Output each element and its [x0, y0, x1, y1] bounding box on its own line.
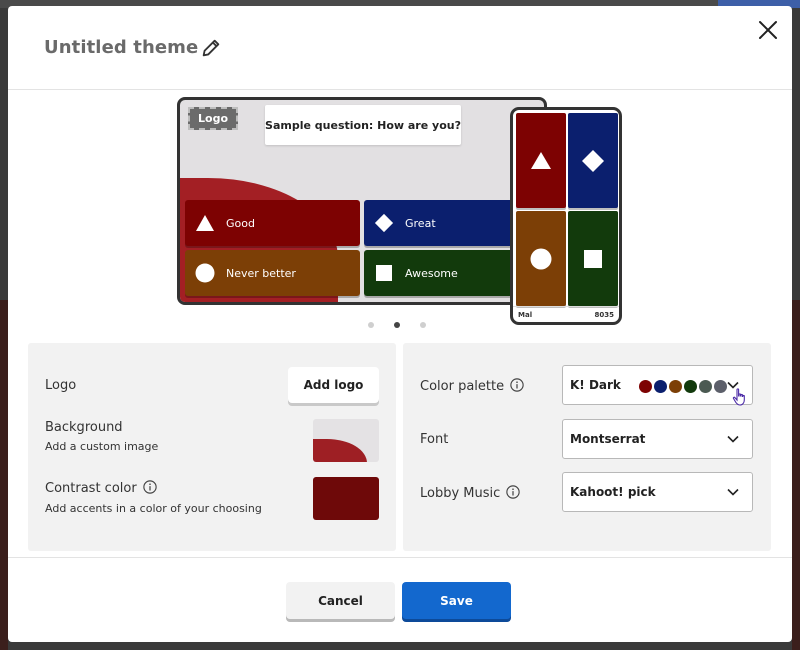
diamond-icon — [374, 213, 394, 233]
branding-panel: Logo Add logo Background Add a custom im… — [28, 343, 396, 551]
font-select[interactable]: Montserrat — [562, 419, 753, 459]
info-icon[interactable] — [510, 378, 524, 392]
palette-dot — [684, 380, 697, 393]
answer-label: Awesome — [405, 266, 458, 280]
lobby-music-value: Kahoot! pick — [570, 485, 656, 499]
close-icon[interactable] — [756, 18, 780, 42]
square-icon — [584, 249, 602, 268]
info-icon[interactable] — [506, 485, 520, 499]
carousel-dot-active[interactable] — [394, 322, 400, 328]
circle-icon — [195, 263, 215, 283]
palette-dot — [699, 380, 712, 393]
pencil-icon[interactable] — [200, 37, 222, 59]
save-button[interactable]: Save — [402, 582, 511, 619]
lobby-music-text: Lobby Music — [420, 486, 501, 501]
answer-good: Good — [185, 200, 360, 246]
diamond-icon — [582, 149, 604, 172]
palette-dot — [639, 380, 652, 393]
answer-label: Never better — [226, 266, 296, 280]
phone-tile-circle — [516, 211, 566, 306]
sample-question: Sample question: How are you? — [265, 105, 461, 145]
background-sublabel: Add a custom image — [45, 440, 159, 453]
add-logo-button[interactable]: Add logo — [288, 367, 379, 403]
backdrop-left — [0, 300, 8, 650]
lobby-music-label: Lobby Music — [420, 485, 520, 501]
palette-dot — [654, 380, 667, 393]
info-icon[interactable] — [143, 480, 157, 494]
circle-icon — [530, 248, 552, 269]
settings-panel: Color palette K! Dark Font Montserrat Lo… — [403, 343, 771, 551]
carousel-dot[interactable] — [420, 322, 426, 328]
theme-title: Untitled theme — [44, 37, 199, 58]
phone-tile-diamond — [568, 113, 618, 208]
theme-preview: Logo Sample question: How are you? Good … — [8, 91, 792, 341]
answer-label: Great — [405, 216, 436, 230]
phone-tile-square — [568, 211, 618, 306]
answer-label: Good — [226, 216, 255, 230]
chevron-down-icon — [727, 488, 739, 496]
carousel-dots — [368, 322, 426, 328]
contrast-color-text: Contrast color — [45, 481, 137, 496]
square-icon — [374, 263, 394, 283]
backdrop-right — [792, 300, 800, 650]
background-swatch[interactable] — [313, 419, 379, 462]
font-value: Montserrat — [570, 432, 646, 446]
logo-placeholder: Logo — [188, 107, 238, 130]
desktop-preview: Logo Sample question: How are you? Good … — [177, 97, 547, 305]
contrast-color-swatch[interactable] — [313, 477, 379, 520]
color-palette-text: Color palette — [420, 379, 505, 394]
font-label: Font — [420, 432, 449, 447]
mobile-preview: Mal 8035 — [510, 107, 622, 325]
lobby-music-select[interactable]: Kahoot! pick — [562, 472, 753, 512]
color-palette-value: K! Dark — [570, 378, 621, 392]
contrast-color-sublabel: Add accents in a color of your choosing — [45, 502, 262, 515]
phone-tile-triangle — [516, 113, 566, 208]
dialog-footer: Cancel Save — [8, 557, 792, 642]
cancel-button[interactable]: Cancel — [286, 582, 395, 619]
background-label: Background — [45, 420, 123, 435]
phone-footer: Mal 8035 — [513, 306, 619, 322]
triangle-icon — [531, 152, 551, 169]
color-palette-select[interactable]: K! Dark — [562, 365, 753, 406]
palette-swatches — [639, 380, 727, 393]
logo-label: Logo — [45, 378, 77, 393]
player-name: Mal — [518, 310, 533, 319]
answer-never-better: Never better — [185, 250, 360, 296]
contrast-color-label: Contrast color — [45, 480, 157, 496]
pointer-cursor-icon — [732, 388, 745, 406]
player-score: 8035 — [594, 310, 614, 319]
dialog-header: Untitled theme — [8, 6, 792, 90]
color-palette-label: Color palette — [420, 378, 524, 394]
theme-dialog: Untitled theme Logo Sample question: How… — [8, 6, 792, 642]
carousel-dot[interactable] — [368, 322, 374, 328]
triangle-icon — [195, 213, 215, 233]
palette-dot — [669, 380, 682, 393]
chevron-down-icon — [727, 435, 739, 443]
